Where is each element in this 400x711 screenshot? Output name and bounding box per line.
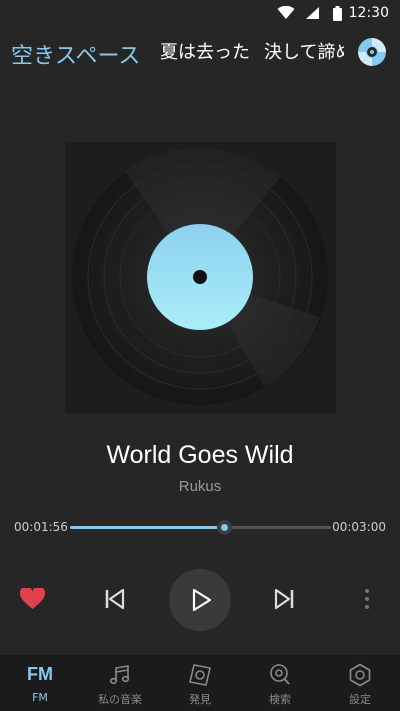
tab-following-song[interactable]: 決して諦め <box>264 38 344 64</box>
previous-track-button[interactable] <box>103 586 127 612</box>
album-art <box>65 142 336 413</box>
disc-icon[interactable] <box>357 37 387 67</box>
discover-icon <box>189 664 211 686</box>
nav-search-label: 検索 <box>269 693 291 706</box>
nav-search[interactable]: 検索 <box>240 655 320 711</box>
nav-discover[interactable]: 発見 <box>160 655 240 711</box>
settings-icon <box>349 663 371 687</box>
tab-current-song[interactable]: 空きスペース <box>11 38 140 70</box>
vinyl-record-icon <box>72 148 328 405</box>
search-icon <box>270 664 290 685</box>
nav-settings[interactable]: 設定 <box>320 655 400 711</box>
tab-next-song[interactable]: 夏は去った <box>160 38 250 64</box>
nav-fm-label: FM <box>32 691 48 704</box>
progress-fill <box>70 526 224 529</box>
progress-bar[interactable] <box>70 520 331 535</box>
song-title: World Goes Wild <box>106 441 294 469</box>
nav-discover-label: 発見 <box>189 693 211 706</box>
total-time: 00:03:00 <box>332 520 386 534</box>
status-time: 12:30 <box>348 5 389 21</box>
playlist-tabs: 空きスペース 夏は去った 決して諦め <box>0 28 400 76</box>
play-button[interactable] <box>169 569 231 631</box>
elapsed-time: 00:01:56 <box>14 520 68 534</box>
next-track-button[interactable] <box>272 586 296 612</box>
wifi-icon <box>277 6 295 19</box>
battery-icon <box>333 6 342 21</box>
fm-icon: FM <box>27 664 53 684</box>
play-icon <box>192 588 212 612</box>
nav-my-music[interactable]: 私の音楽 <box>80 655 160 711</box>
music-note-icon <box>109 665 130 685</box>
bottom-nav: FM FM 私の音楽 発見 検索 設定 <box>0 655 400 711</box>
nav-settings-label: 設定 <box>349 693 371 706</box>
more-options-icon[interactable] <box>362 588 372 610</box>
heart-icon[interactable] <box>20 588 45 610</box>
nav-fm[interactable]: FM FM <box>0 655 80 711</box>
progress-thumb[interactable] <box>216 520 232 535</box>
song-artist: Rukus <box>178 478 222 495</box>
status-bar: 12:30 <box>0 0 400 28</box>
signal-icon <box>306 7 319 19</box>
nav-my-music-label: 私の音楽 <box>98 693 142 706</box>
